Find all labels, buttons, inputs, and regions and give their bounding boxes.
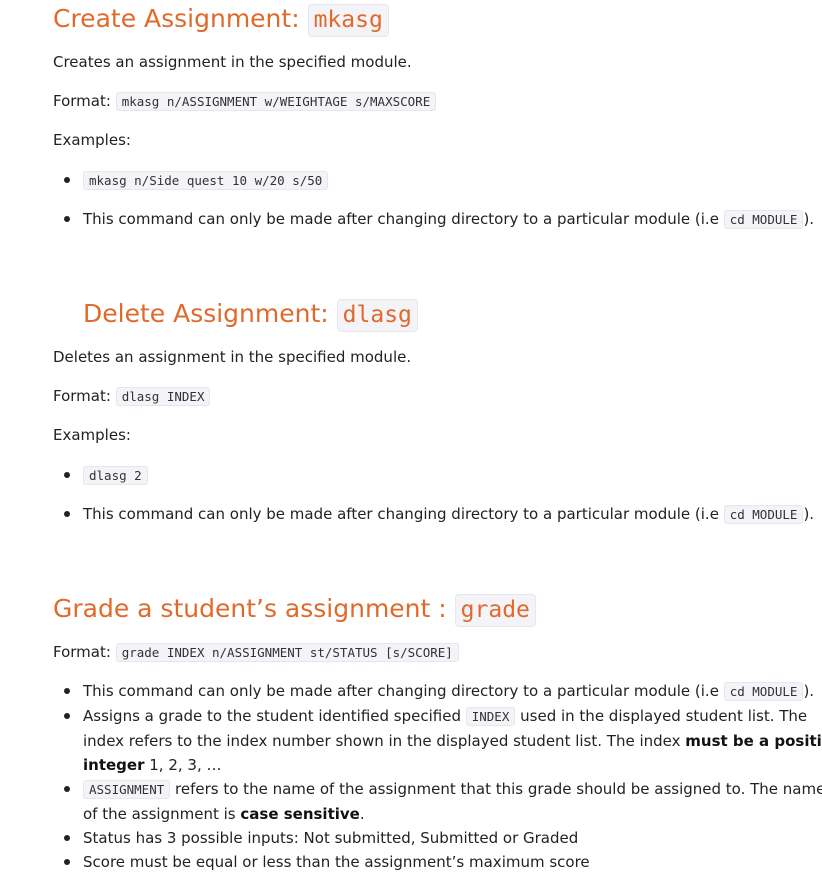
list-item: This command can only be made after chan… [53,207,814,232]
grade-title: Grade a student’s assignment : [53,594,455,623]
grade-score-note: Score must be equal or less than the ass… [83,853,590,871]
delete-note-text: This command can only be made after chan… [83,505,724,523]
list-item: Status has 3 possible inputs: Not submit… [53,826,822,850]
delete-assignment-title: Delete Assignment: [83,299,337,328]
create-examples-label: Examples: [53,131,131,149]
create-format: Format: mkasg n/ASSIGNMENT w/WEIGHTAGE s… [53,91,437,112]
grade-note-text: This command can only be made after chan… [83,682,724,700]
grade-index-bold1: must be a positive [685,732,822,750]
grade-assignment-bold: case sensitive [240,805,360,823]
create-examples-list: mkasg n/Side quest 10 w/20 s/50 This com… [53,168,814,232]
delete-note-code: cd MODULE [723,505,804,524]
grade-assignment-text: refers to the name of the assignment tha… [170,780,822,798]
grade-notes-list: This command can only be made after chan… [53,679,822,874]
list-item: dlasg 2 [53,463,814,488]
create-format-code: mkasg n/ASSIGNMENT w/WEIGHTAGE s/MAXSCOR… [115,92,437,111]
grade-index-line2: index refers to the index number shown i… [83,732,686,750]
delete-examples-label: Examples: [53,426,131,444]
grade-index-examples: 1, 2, 3, … [144,756,222,774]
delete-assignment-heading: Delete Assignment: dlasg [83,299,418,333]
delete-format-label: Format: [53,387,116,405]
delete-note-end: ). [803,505,815,523]
grade-status-note: Status has 3 possible inputs: Not submit… [83,829,579,847]
list-item: Assigns a grade to the student identifie… [53,704,822,777]
grade-index-code: INDEX [465,707,516,726]
create-example-code: mkasg n/Side quest 10 w/20 s/50 [83,171,329,190]
grade-heading: Grade a student’s assignment : grade [53,594,536,628]
grade-index-bold2: integer [83,756,145,774]
create-description: Creates an assignment in the specified m… [53,53,412,71]
list-item: Score must be equal or less than the ass… [53,850,822,874]
grade-index-text-cont: used in the displayed student list. The [515,707,808,725]
grade-note-end: ). [803,682,815,700]
grade-format-code: grade INDEX n/ASSIGNMENT st/STATUS [s/SC… [115,643,459,662]
list-item: mkasg n/Side quest 10 w/20 s/50 [53,168,814,193]
delete-format-code: dlasg INDEX [115,387,211,406]
grade-assignment-end: . [359,805,365,823]
delete-examples-list: dlasg 2 This command can only be made af… [53,463,814,527]
grade-note-code: cd MODULE [723,682,804,701]
create-assignment-heading: Create Assignment: mkasg [53,4,389,38]
grade-command: grade [454,594,536,628]
delete-assignment-command: dlasg [336,299,418,333]
delete-description: Deletes an assignment in the specified m… [53,348,412,366]
grade-format: Format: grade INDEX n/ASSIGNMENT st/STAT… [53,642,459,663]
grade-index-text: Assigns a grade to the student identifie… [83,707,466,725]
create-assignment-title: Create Assignment: [53,4,308,33]
delete-example-code: dlasg 2 [83,466,148,485]
create-note-text: This command can only be made after chan… [83,210,724,228]
create-format-label: Format: [53,92,116,110]
grade-format-label: Format: [53,643,116,661]
list-item: This command can only be made after chan… [53,679,822,704]
grade-assignment-line2: of the assignment is [83,805,241,823]
grade-assignment-code: ASSIGNMENT [83,780,171,799]
delete-format: Format: dlasg INDEX [53,386,211,407]
create-note-code: cd MODULE [723,210,804,229]
list-item: This command can only be made after chan… [53,502,814,527]
create-note-end: ). [803,210,815,228]
list-item: ASSIGNMENT refers to the name of the ass… [53,777,822,826]
create-assignment-command: mkasg [307,4,389,38]
